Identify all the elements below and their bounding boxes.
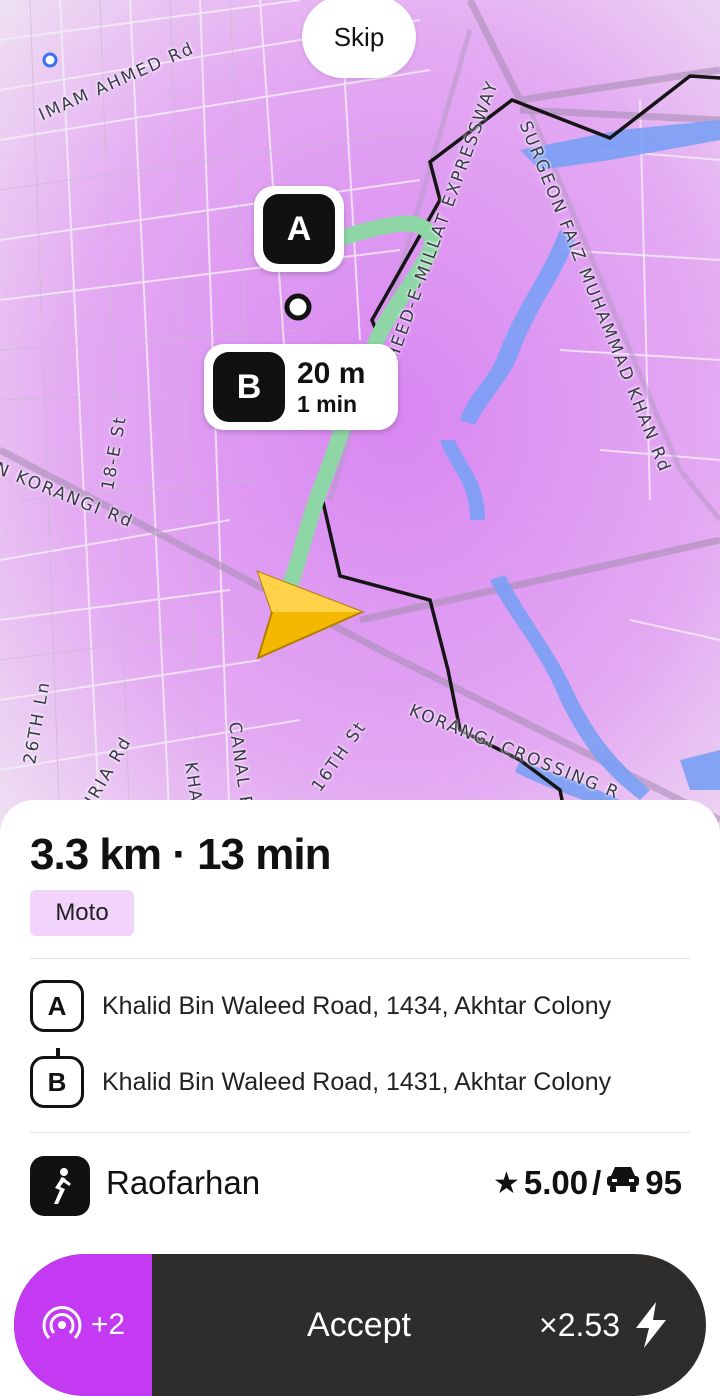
lightning-icon bbox=[636, 1302, 666, 1348]
dropoff-distance: 20 m bbox=[297, 356, 366, 390]
customer-name: Raofarhan bbox=[106, 1164, 261, 1201]
rating-value: 5.00 bbox=[523, 1164, 589, 1201]
stop-letter-a: A bbox=[30, 980, 84, 1032]
boost-label: +2 bbox=[90, 1308, 126, 1341]
rating-separator: / bbox=[592, 1164, 602, 1201]
stop-pickup[interactable]: A Khalid Bin Waleed Road, 1434, Akhtar C… bbox=[30, 980, 611, 1032]
broadcast-icon bbox=[42, 1306, 82, 1340]
divider bbox=[30, 1132, 690, 1133]
star-icon: ★ bbox=[492, 1166, 520, 1200]
pickup-pin-letter: A bbox=[263, 194, 335, 264]
car-icon bbox=[605, 1164, 641, 1202]
pickup-address: Khalid Bin Waleed Road, 1434, Akhtar Col… bbox=[102, 991, 612, 1020]
customer-rating: ★ 5.00 / 95 bbox=[493, 1164, 682, 1202]
trip-summary: 3.3 km · 13 min bbox=[30, 830, 331, 879]
poi-marker-icon bbox=[42, 52, 58, 68]
accept-button[interactable]: Accept bbox=[254, 1254, 464, 1396]
current-location-dot bbox=[284, 293, 312, 321]
pickup-pin[interactable]: A bbox=[254, 186, 344, 272]
map-view[interactable]: IMAM AHMED Rd HEED-E-MILLAT EXPRESSWAY S… bbox=[0, 0, 720, 830]
dropoff-pin[interactable]: B 20 m 1 min bbox=[204, 344, 398, 430]
skip-button[interactable]: Skip bbox=[302, 0, 416, 78]
surge-multiplier: ×2.53 bbox=[539, 1254, 670, 1396]
stop-letter-b: B bbox=[30, 1056, 84, 1108]
dropoff-address: Khalid Bin Waleed Road, 1431, Akhtar Col… bbox=[102, 1067, 612, 1096]
order-sheet: 3.3 km · 13 min Moto A Khalid Bin Waleed… bbox=[0, 800, 720, 1396]
dropoff-pin-letter: B bbox=[213, 352, 285, 422]
vehicle-tag: Moto bbox=[30, 890, 134, 936]
rides-count: 95 bbox=[645, 1164, 682, 1201]
accept-bar[interactable]: +2 Accept ×2.53 bbox=[14, 1254, 706, 1396]
stop-dropoff[interactable]: B Khalid Bin Waleed Road, 1431, Akhtar C… bbox=[30, 1056, 611, 1108]
person-icon bbox=[30, 1156, 90, 1216]
dropoff-time: 1 min bbox=[297, 390, 358, 417]
divider bbox=[30, 958, 690, 959]
surge-label: ×2.53 bbox=[539, 1306, 620, 1343]
boost-button[interactable]: +2 bbox=[14, 1254, 152, 1396]
